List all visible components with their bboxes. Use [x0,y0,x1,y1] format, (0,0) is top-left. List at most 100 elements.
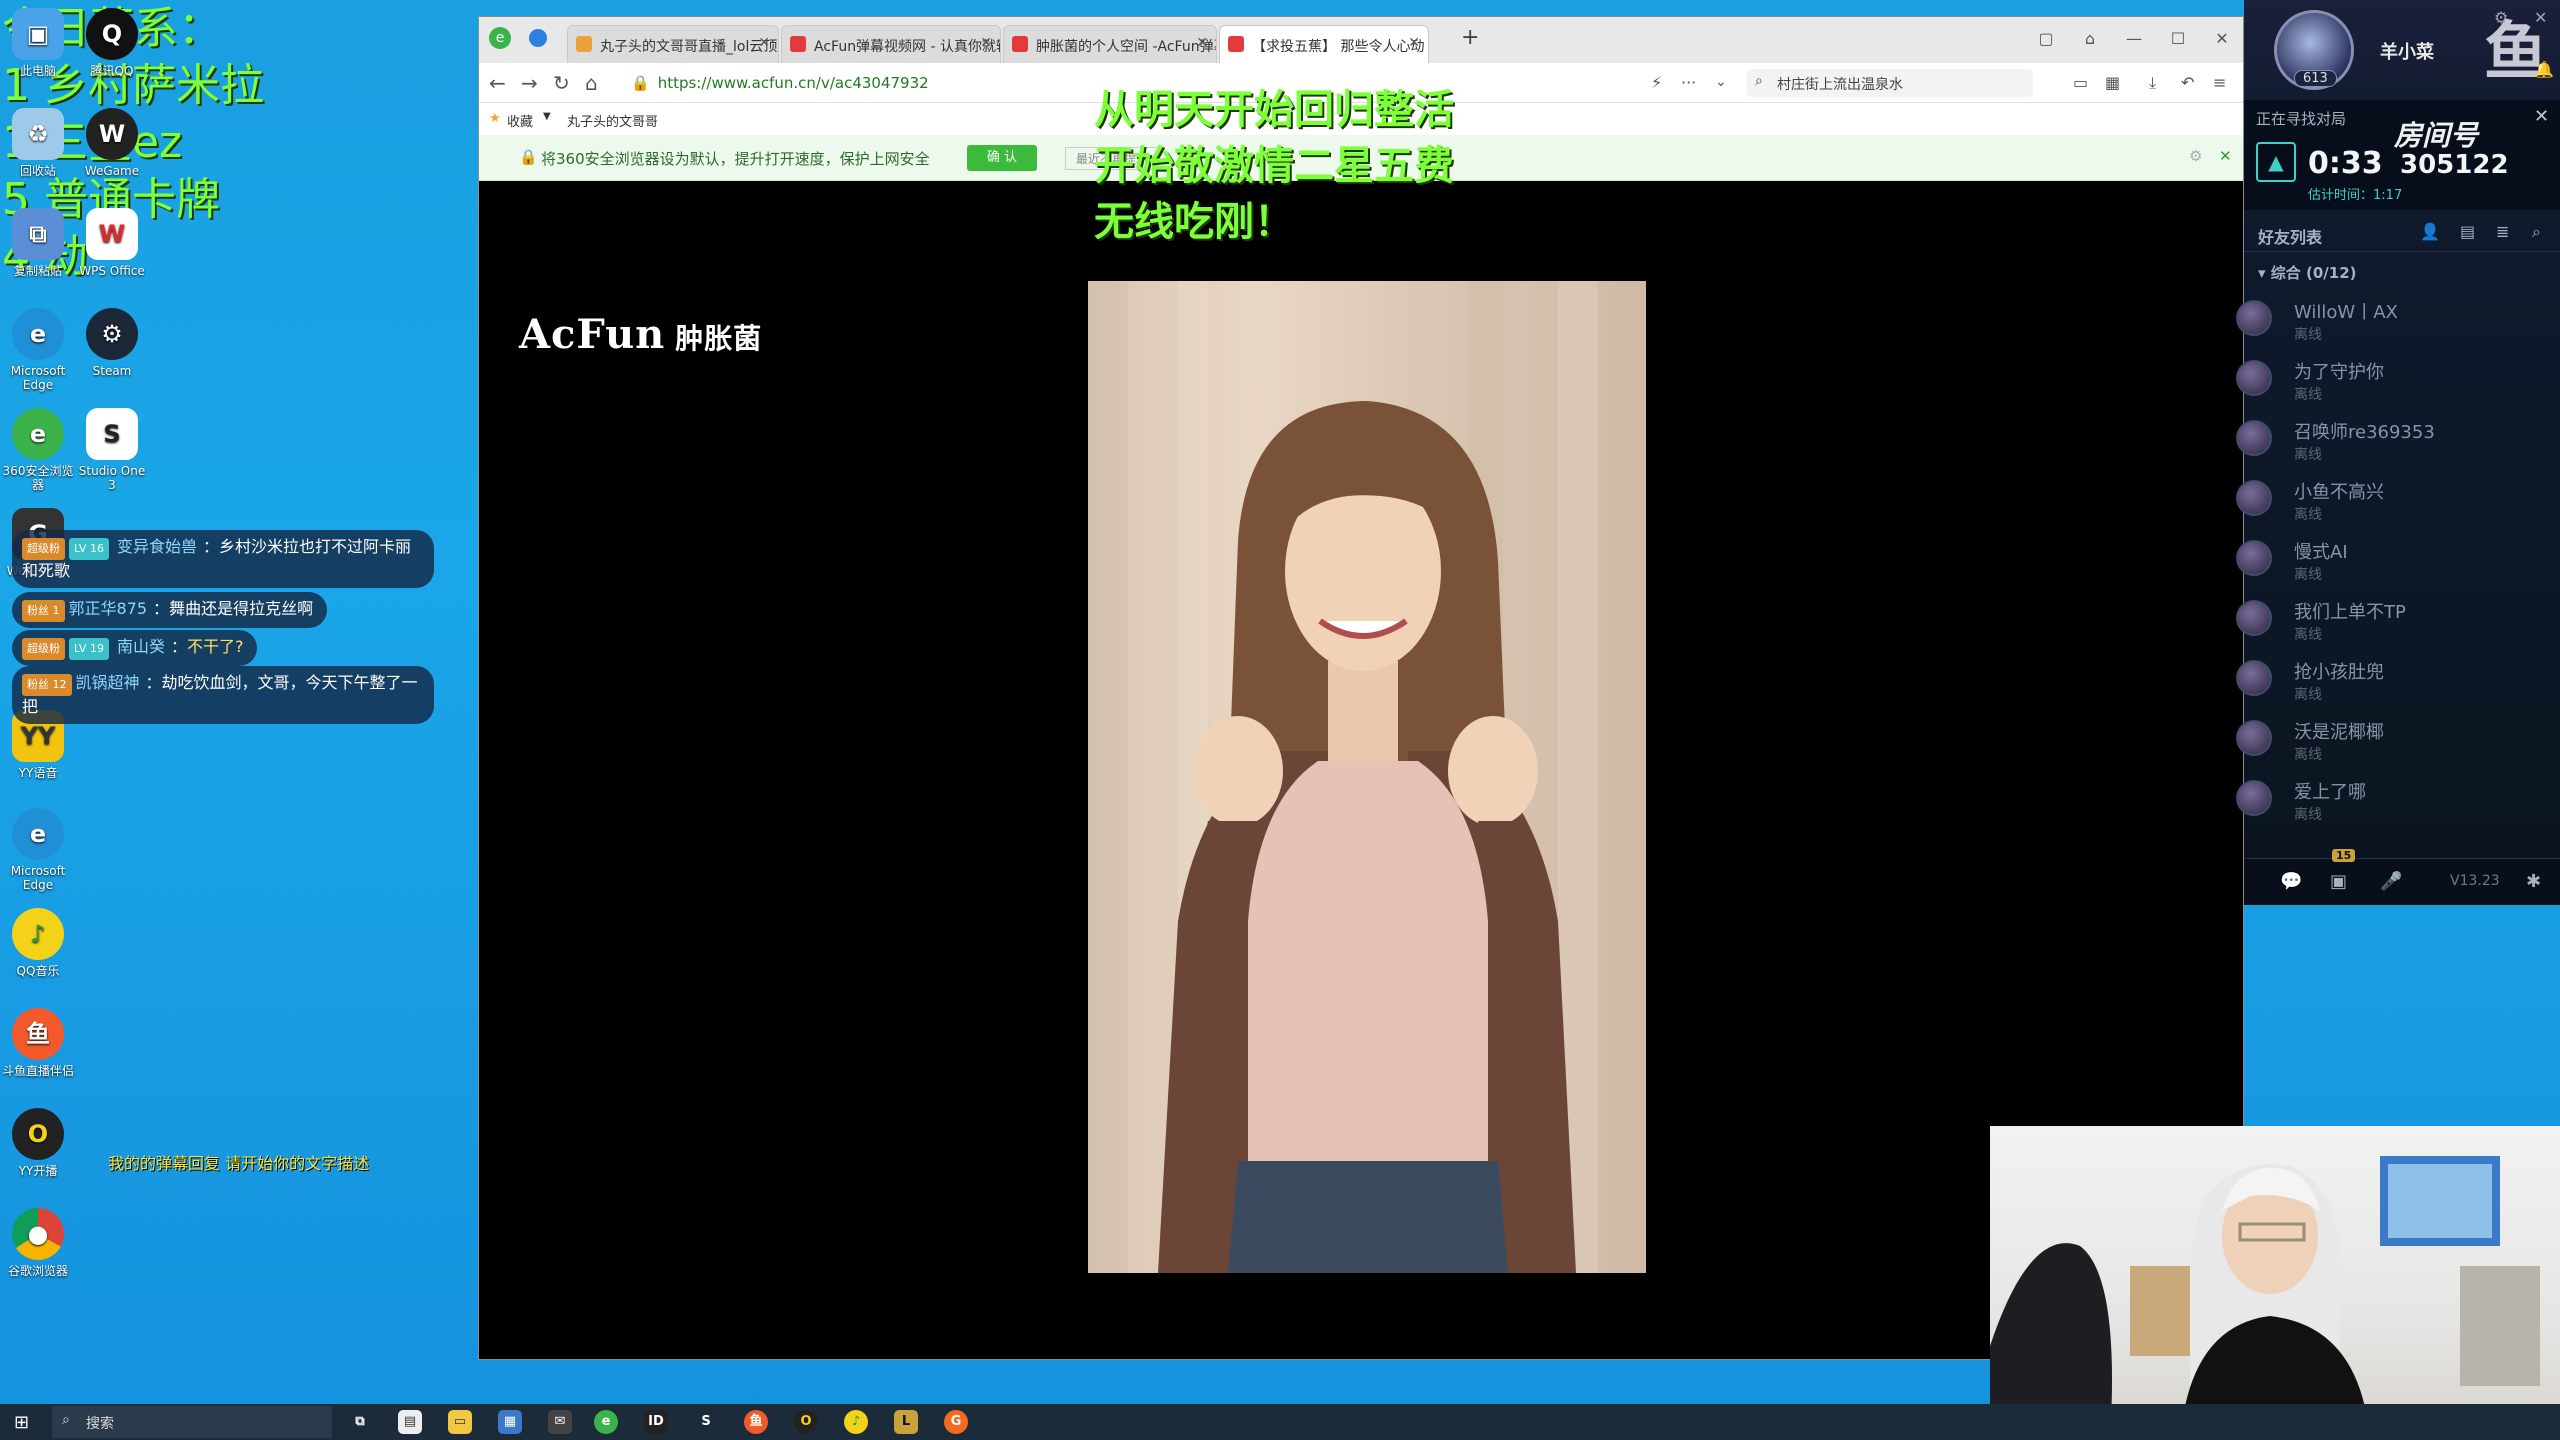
apps-grid-icon[interactable]: ▦ [2105,73,2120,92]
close-tab-icon[interactable]: ✕ [980,35,992,51]
cancel-search-icon[interactable]: ✕ [2534,106,2549,127]
bookmark-item[interactable]: 丸子头的文哥哥 [567,111,658,130]
close-tab-icon[interactable]: ✕ [1408,35,1420,51]
studio-one-icon[interactable]: S Studio One 3 [74,408,150,492]
list-icon[interactable]: ≣ [2496,222,2509,241]
start-icon[interactable]: ⊞ [14,1412,29,1433]
close-tab-icon[interactable]: ✕ [1196,35,1208,51]
id-app-icon[interactable]: ID [644,1410,668,1434]
minimize-icon[interactable]: — [2123,29,2145,48]
close-tab-icon[interactable]: ✕ [758,35,770,51]
league-client-taskbar-icon[interactable]: L [894,1410,918,1434]
douyu-icon[interactable]: 鱼斗鱼直播伴侣 [0,1008,76,1078]
close-icon[interactable]: ✕ [2534,8,2547,27]
close-window-icon[interactable]: ✕ [2211,29,2233,48]
qq-music-icon[interactable]: ♪ QQ音乐 [0,908,76,978]
wegame-icon[interactable]: W WeGame [74,108,150,178]
chevron-down-icon[interactable]: ⌄ [1715,74,1727,90]
store-icon[interactable]: ▦ [498,1410,522,1434]
friend-item[interactable]: 慢式AI 离线 [2236,538,2554,598]
tab-2[interactable]: AcFun弹幕视频网 - 认真你就输了✕ [781,25,1001,63]
friend-item[interactable]: 我们上单不TP 离线 [2236,598,2554,658]
yy-taskbar-icon[interactable]: O [794,1410,818,1434]
browser-logo-icon[interactable]: e [489,27,511,49]
tab-1[interactable]: 丸子头的文哥哥直播_lol云顶之弈✕ [567,25,779,63]
bell-icon[interactable]: 🔔 [2534,60,2554,79]
file-explorer-icon[interactable]: ▭ [448,1410,472,1434]
client-bottom-bar: 💬 ▣ 15 🎤 V13.23 ✱ [2244,849,2560,904]
chat-message: 超级粉 LV 19 南山癸 ：不干了? [12,630,258,666]
g-app-taskbar-icon[interactable]: G [944,1410,968,1434]
mail-icon[interactable]: ✉ [548,1410,572,1434]
friends-title: 好友列表 [2258,228,2323,247]
tab-4-active[interactable]: 【求投五蕉】 那些令人心动 ✕ [1219,25,1429,63]
copy-paste-icon[interactable]: ⧉ 复制粘贴 [0,208,76,278]
maximize-icon[interactable]: ☐ [2167,29,2189,48]
add-friend-icon[interactable]: 👤 [2420,222,2440,241]
friend-group[interactable]: ▾ 综合 (0/12) [2258,262,2357,283]
more-icon[interactable]: ··· [1681,73,1696,92]
download-icon[interactable]: ⤓ [2149,73,2156,93]
home-icon[interactable]: ⌂ [585,71,598,95]
search-input[interactable]: ⌕ 村庄街上流出温泉水 [1747,69,2033,97]
recycle-bin-icon[interactable]: ♻ 回收站 [0,108,76,178]
friend-item[interactable]: 为了守护你 离线 [2236,358,2554,418]
qq-music-taskbar-icon[interactable]: ♪ [844,1410,868,1434]
mic-icon[interactable]: 🎤 [2380,871,2402,892]
friend-item[interactable]: 抢小孩肚兜 离线 [2236,658,2554,718]
folder-icon[interactable]: ▤ [2460,222,2475,241]
fan-badge: 粉丝 1 [22,600,65,622]
chat-icon[interactable]: 💬 [2280,871,2302,892]
video-player[interactable]: AcFun 肿胀菌 [483,181,2239,1353]
game-client-panel: 613 羊小菜 鱼 ⚙ ✕ 🔔 正在寻找对局 ✕ 房间号 ▲ 0:33 3051… [2236,0,2560,905]
messages-icon[interactable]: ▣ [2330,871,2347,892]
back-icon[interactable]: ← [489,71,506,95]
360-browser-icon[interactable]: e 360安全浏览器 [0,408,76,492]
new-tab-icon[interactable]: + [1461,25,1479,50]
douyu-taskbar-icon[interactable]: 鱼 [744,1410,768,1434]
friend-item[interactable]: 召唤师re369353 离线 [2236,418,2554,478]
qq-icon[interactable]: Q 腾讯QQ [74,8,150,78]
friend-item[interactable]: WilloW丨AX 离线 [2236,298,2554,358]
this-pc-icon[interactable]: ▣ 此电脑 [0,8,76,78]
tab-count-icon[interactable]: ▢ [2035,29,2057,48]
reload-icon[interactable]: ↻ [553,71,570,95]
friend-item[interactable]: 小鱼不高兴 离线 [2236,478,2554,538]
studio-one-taskbar-icon[interactable]: S [694,1410,718,1434]
help-icon[interactable]: ✱ [2526,871,2541,892]
level-badge: LV 19 [69,638,109,660]
pinned-tab-icon[interactable] [529,29,547,47]
close-notice-icon[interactable]: ✕ [2219,147,2232,165]
wps-icon[interactable]: W WPS Office [74,208,150,278]
reading-mode-icon[interactable]: ▭ [2073,73,2088,92]
friend-avatar [2236,300,2272,336]
steam-icon[interactable]: ⚙ Steam [74,308,150,378]
gear-icon[interactable]: ⚙ [2494,8,2508,27]
chat-text: 舞曲还是得拉克丝啊 [169,599,314,618]
edge-icon-2[interactable]: e Microsoft Edge [0,808,76,892]
overlay-line: 从明天开始回归整活 [1094,87,1454,133]
edge-icon[interactable]: e Microsoft Edge [0,308,76,392]
task-view-icon[interactable]: ⧉ [348,1410,372,1434]
confirm-button[interactable]: 确 认 [967,145,1037,171]
tab-3[interactable]: 肿胀菌的个人空间 -AcFun弹幕视频✕ [1003,25,1217,63]
notepad-icon[interactable]: ▤ [398,1410,422,1434]
undo-icon[interactable]: ↶ [2181,73,2194,92]
lightning-icon[interactable]: ⚡ [1651,73,1662,92]
shield-icon: 🔒 [519,148,538,166]
chrome-icon[interactable]: ● 谷歌浏览器 [0,1208,76,1278]
settings-icon[interactable]: ⚙ [2189,147,2202,165]
menu-icon[interactable]: ≡ [2213,73,2226,92]
level-badge: LV 16 [69,538,109,560]
friend-item[interactable]: 沃是泥椰椰 离线 [2236,718,2554,778]
360-browser-taskbar-icon[interactable]: e [594,1410,618,1434]
forward-icon[interactable]: → [521,71,538,95]
bookmark-favorites[interactable]: 收藏 [507,111,533,130]
shirt-icon[interactable]: ⌂ [2079,29,2101,48]
friend-item[interactable]: 爱上了哪 离线 [2236,778,2554,838]
yy-live-icon[interactable]: O YY开播 [0,1108,76,1178]
friend-avatar [2236,420,2272,456]
caret-down-icon[interactable]: ▼ [543,111,551,122]
search-friends-icon[interactable]: ⌕ [2532,222,2541,242]
taskbar-search[interactable]: ⌕ 搜索 [52,1406,332,1438]
